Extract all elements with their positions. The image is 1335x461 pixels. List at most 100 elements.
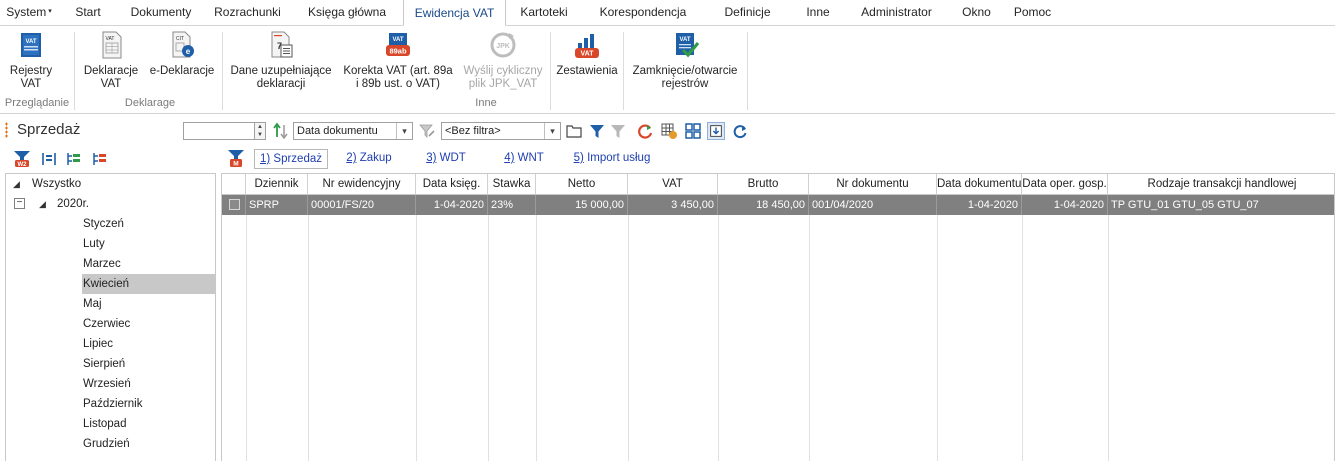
grip-handle[interactable]: [5, 122, 8, 138]
tree-item-month[interactable]: Lipiec: [6, 334, 215, 354]
table-row[interactable]: SPRP 00001/FS/20 1-04-2020 23% 15 000,00…: [222, 195, 1334, 215]
wyslij-jpk-button[interactable]: JPK Wyślij cykliczny plik JPK_VAT: [458, 30, 548, 100]
tree-expand-icon[interactable]: [64, 150, 82, 168]
column-header-data-oper[interactable]: Data oper. gosp.: [1022, 174, 1108, 194]
tab-wnt[interactable]: 4) WNT: [500, 149, 548, 169]
jpk-label-2: plik JPK_VAT: [468, 78, 538, 90]
refresh-filter-icon[interactable]: [636, 122, 654, 140]
tree-item-month[interactable]: Styczeń: [6, 214, 215, 234]
cell-vat[interactable]: 3 450,00: [628, 195, 718, 215]
filter-icon[interactable]: [588, 122, 606, 140]
tree-item-2020[interactable]: − ◢ 2020r.: [6, 194, 215, 214]
sort-field-select[interactable]: Data dokumentu ▾: [293, 122, 413, 140]
rejestry-vat-button[interactable]: VAT Rejestry VAT: [4, 30, 58, 100]
tab-import-uslug[interactable]: 5) Import usług: [572, 149, 652, 169]
tree-item-month[interactable]: Październik: [6, 394, 215, 414]
menu-ksiega-glowna[interactable]: Księga główna: [291, 0, 403, 25]
tree-item-month[interactable]: Sierpień: [6, 354, 215, 374]
tab-key: 1): [259, 153, 271, 165]
menu-rozrachunki[interactable]: Rozrachunki: [204, 0, 291, 25]
tree-collapse-icon[interactable]: [90, 150, 108, 168]
menu-okno[interactable]: Okno: [948, 0, 1005, 25]
tree-item-month[interactable]: Grudzień: [6, 434, 215, 454]
w2-filter-icon[interactable]: W2: [12, 150, 32, 168]
tab-sprzedaz[interactable]: 1) Sprzedaż: [254, 149, 328, 169]
filter-clear-icon[interactable]: [609, 122, 627, 140]
cell-dziennik[interactable]: SPRP: [246, 195, 308, 215]
cell-rodzaje-transakcji[interactable]: TP GTU_01 GTU_05 GTU_07: [1108, 195, 1334, 215]
date-spinner[interactable]: ▲ ▼: [255, 122, 266, 140]
column-header-data-ksieg[interactable]: Data księg.: [416, 174, 488, 194]
menu-pomoc[interactable]: Pomoc: [1005, 0, 1060, 25]
cell-stawka[interactable]: 23%: [488, 195, 536, 215]
tab-label: Zakup: [356, 152, 392, 164]
cell-nr-dokumentu[interactable]: 001/04/2020: [809, 195, 937, 215]
declaration-icon: VAT: [102, 31, 122, 59]
column-header-stawka[interactable]: Stawka: [488, 174, 536, 194]
zamkniecie-otwarcie-button[interactable]: VAT Zamknięcie/otwarcie rejestrów: [626, 30, 744, 100]
refresh-icon[interactable]: [731, 122, 749, 140]
menu-inne[interactable]: Inne: [791, 0, 845, 25]
grid-settings-icon[interactable]: [660, 122, 678, 140]
dane-uzupelniajace-button[interactable]: 7 Dane uzupełniające deklaracji: [226, 30, 336, 100]
cell-netto[interactable]: 15 000,00: [536, 195, 628, 215]
group-przegladanie: Przeglądanie: [4, 97, 70, 109]
column-header-select[interactable]: [222, 174, 246, 194]
date-input[interactable]: [183, 122, 255, 140]
m-filter-icon[interactable]: M: [226, 149, 246, 169]
menu-dokumenty[interactable]: Dokumenty: [118, 0, 204, 25]
cell-data-oper[interactable]: 1-04-2020: [1022, 195, 1108, 215]
menu-system[interactable]: System ▾: [0, 0, 58, 25]
menu-ewidencja-vat[interactable]: Ewidencja VAT: [403, 0, 506, 26]
collapse-box-icon[interactable]: −: [14, 198, 25, 209]
export-icon[interactable]: [707, 122, 725, 140]
zamkniecie-label-2: rejestrów: [661, 78, 709, 90]
tree-item-month-selected[interactable]: Kwiecień: [82, 274, 215, 294]
cell-brutto[interactable]: 18 450,00: [718, 195, 809, 215]
bar-chart-icon: VAT: [575, 34, 599, 58]
tree-item-month[interactable]: Luty: [6, 234, 215, 254]
tree-item-month[interactable]: Czerwiec: [6, 314, 215, 334]
column-header-dziennik[interactable]: Dziennik: [246, 174, 308, 194]
menu-administrator[interactable]: Administrator: [845, 0, 948, 25]
tab-zakup[interactable]: 2) Zakup: [340, 149, 398, 169]
column-header-data-dokumentu[interactable]: Data dokumentu: [937, 174, 1022, 194]
filter-edit-icon[interactable]: [418, 122, 436, 140]
tree-item-month[interactable]: Marzec: [6, 254, 215, 274]
filter-value: <Bez filtra>: [445, 125, 501, 137]
menu-kartoteki[interactable]: Kartoteki: [506, 0, 582, 25]
tree-item-wszystko[interactable]: ◢ Wszystko: [6, 174, 215, 194]
tree-label: Lipiec: [83, 338, 114, 350]
tree-collapse-arrow-icon[interactable]: ◢: [13, 174, 20, 194]
deklaracje-vat-button[interactable]: VAT Deklaracje VAT: [80, 30, 142, 100]
tiles-icon[interactable]: [684, 122, 702, 140]
column-divider: [1108, 195, 1109, 461]
korekta-vat-button[interactable]: VAT 89ab Korekta VAT (art. 89a i 89b ust…: [340, 30, 456, 100]
svg-text:VAT: VAT: [581, 51, 595, 58]
row-checkbox[interactable]: [229, 199, 240, 210]
column-header-vat[interactable]: VAT: [628, 174, 718, 194]
cell-data-ksieg[interactable]: 1-04-2020: [416, 195, 488, 215]
column-header-rodzaje-transakcji[interactable]: Rodzaje transakcji handlowej: [1108, 174, 1334, 194]
column-header-brutto[interactable]: Brutto: [718, 174, 809, 194]
tree-item-month[interactable]: Listopad: [6, 414, 215, 434]
folder-icon[interactable]: [565, 122, 583, 140]
e-deklaracje-button[interactable]: CIT e e-Deklaracje: [146, 30, 218, 100]
cell-data-dokumentu[interactable]: 1-04-2020: [937, 195, 1022, 215]
tree-collapse-arrow-icon[interactable]: ◢: [39, 194, 46, 214]
filter-select[interactable]: <Bez filtra> ▾: [441, 122, 561, 140]
menu-start[interactable]: Start: [58, 0, 118, 25]
tree-align-icon[interactable]: [40, 150, 58, 168]
column-header-nr-dokumentu[interactable]: Nr dokumentu: [809, 174, 937, 194]
zestawienia-button[interactable]: VAT Zestawienia: [553, 30, 621, 100]
column-header-nr-ewidencyjny[interactable]: Nr ewidencyjny: [308, 174, 416, 194]
cell-nr-ewidencyjny[interactable]: 00001/FS/20: [308, 195, 416, 215]
column-header-netto[interactable]: Netto: [536, 174, 628, 194]
menu-definicje[interactable]: Definicje: [704, 0, 791, 25]
tree-item-month[interactable]: Wrzesień: [6, 374, 215, 394]
tab-wdt[interactable]: 3) WDT: [422, 149, 470, 169]
menu-korespondencja[interactable]: Korespondencja: [582, 0, 704, 25]
sort-direction-icon[interactable]: [272, 122, 290, 140]
tree-item-month[interactable]: Maj: [6, 294, 215, 314]
row-select-cell[interactable]: [222, 195, 246, 215]
